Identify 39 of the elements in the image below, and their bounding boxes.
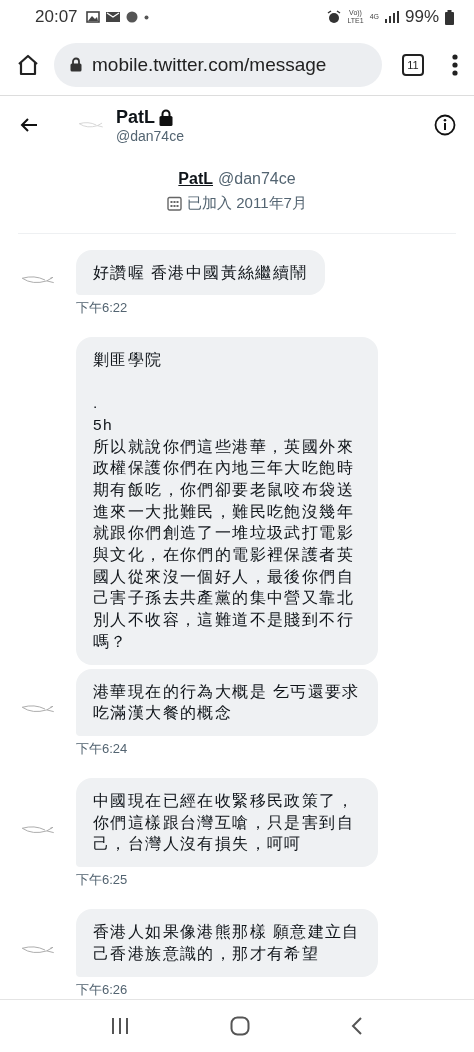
- signal-icon: [384, 11, 399, 24]
- alarm-icon: [327, 10, 342, 25]
- profile-handle: @dan74ce: [218, 169, 296, 188]
- info-icon[interactable]: [434, 114, 456, 137]
- message-time: 下午6:22: [76, 299, 129, 318]
- dot-icon: [143, 14, 149, 20]
- url-text: mobile.twitter.com/message: [92, 53, 327, 76]
- message-time: 下午6:25: [76, 871, 129, 890]
- menu-icon[interactable]: [452, 53, 458, 76]
- profile-link[interactable]: PatL: [178, 169, 213, 188]
- lock-icon: [159, 108, 173, 126]
- message-text: 港華現在的行為大概是 乞丐還要求吃滿漢大餐的概念: [93, 681, 361, 724]
- message-text: 中國現在已經在收緊移民政策了，你們這樣跟台灣互嗆，只是害到自己，台灣人沒有損失，呵呵: [93, 791, 355, 855]
- home-button-icon[interactable]: [230, 1015, 250, 1036]
- calendar-icon: [167, 195, 183, 211]
- message-time: 下午6:26: [76, 980, 129, 999]
- clock-time: 20:07: [35, 7, 78, 28]
- battery-level: 99%: [404, 7, 439, 28]
- account-handle: @dan74ce: [116, 127, 185, 144]
- message-time: 下午6:24: [76, 740, 129, 758]
- message-text: 香港人如果像港熊那樣 願意建立自己香港族意識的，那才有希望: [93, 922, 361, 964]
- address-bar[interactable]: mobile.twitter.com/message: [54, 42, 382, 87]
- message-text: 5h: [93, 414, 115, 435]
- account-name: PatL: [116, 106, 155, 128]
- home-icon[interactable]: [16, 52, 40, 77]
- message-text: 所以就說你們這些港華，英國外來政權保護你們在內地三年大吃飽時期有飯吃，你們卻要老鼠咬布袋送進來一大批難民，難民吃飽沒幾年就跟你們創造了一堆垃圾武打電影與文化，在你們的電影裡保護者英國人從來沒一個好人，最後你們自己害子孫去共產黨的集中營又靠北別人不收容，這難道不是賤到不行嗎？: [93, 436, 355, 652]
- message-text: .: [93, 393, 100, 414]
- battery-icon: [445, 9, 454, 25]
- message-text: 好讚喔 香港中國黃絲繼續鬧: [93, 262, 308, 283]
- image-icon: [85, 11, 100, 24]
- recent-apps-icon[interactable]: [110, 1016, 129, 1035]
- joined-date: 已加入 2011年7月: [187, 193, 307, 213]
- tab-count-button[interactable]: 11: [402, 53, 424, 76]
- message-text: 剿匪學院: [93, 350, 164, 371]
- mail-icon: [105, 12, 120, 23]
- circle-icon: [125, 11, 138, 24]
- back-nav-icon[interactable]: [351, 1015, 364, 1036]
- lock-icon: [70, 57, 82, 73]
- back-icon[interactable]: [20, 117, 38, 134]
